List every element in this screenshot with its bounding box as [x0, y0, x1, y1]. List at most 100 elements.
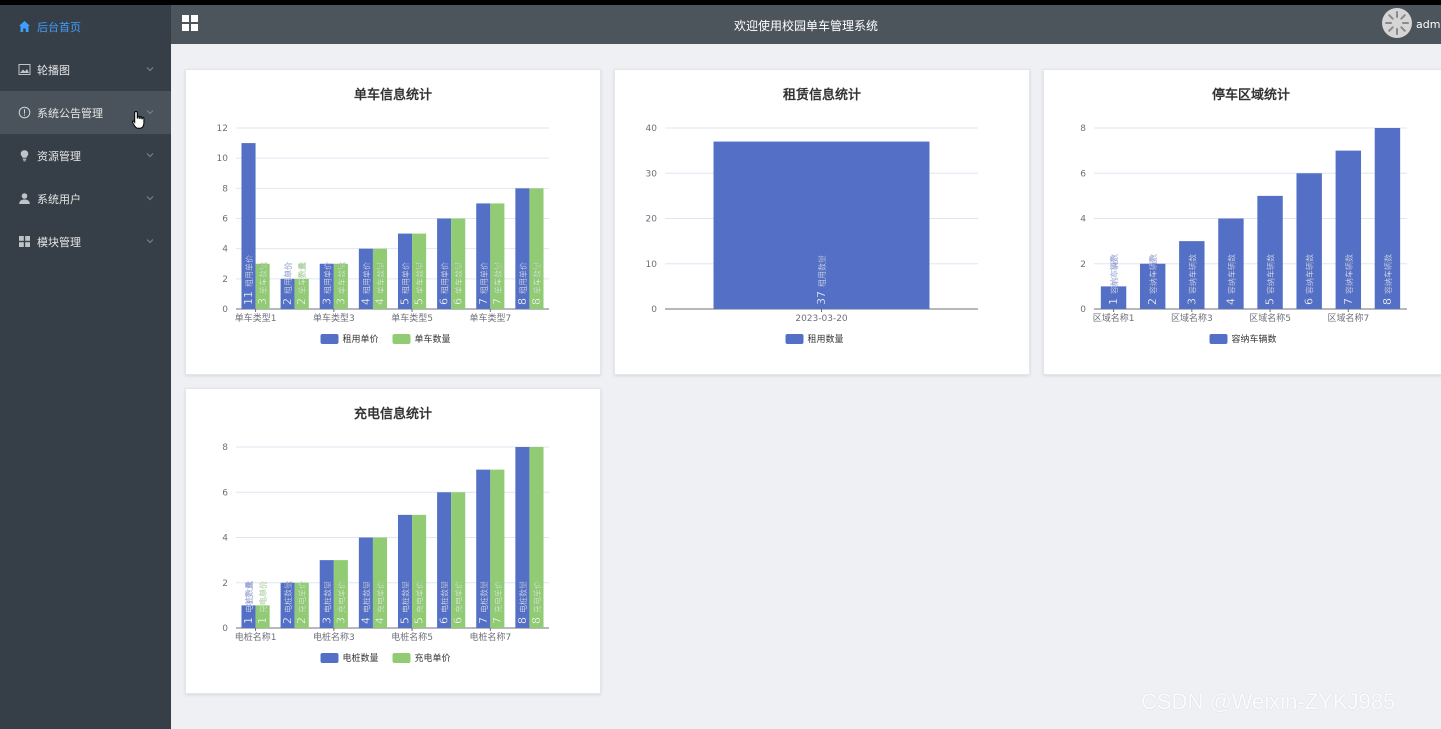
x-tick-label: 电桩名称7: [469, 631, 511, 643]
legend-swatch: [1209, 334, 1228, 344]
bar-series-label: 电桩数量: [361, 581, 371, 613]
x-tick-label: 区域名称7: [1327, 312, 1369, 324]
bar-value-label: 7: [477, 617, 490, 624]
bar-series-label: 充电单价: [415, 581, 425, 613]
bar-series-label: 电桩数量: [283, 581, 293, 613]
legend-swatch: [320, 653, 339, 663]
bar-series-label: 容纳车辆数: [1187, 254, 1197, 294]
y-tick-label: 0: [222, 305, 228, 315]
chevron-down-icon: [146, 239, 154, 244]
bike-stats-chart: 02468101211租用单价3单车数量2租用单价2单车数量3租用单价3单车数量…: [217, 124, 549, 345]
bar-value-label: 8: [516, 298, 529, 305]
bar-value-label: 6: [438, 298, 451, 305]
bar-series-label: 充电单价: [454, 581, 464, 613]
y-tick-label: 0: [651, 305, 657, 315]
bar-value-label: 6: [1303, 298, 1316, 305]
y-tick-label: 0: [222, 624, 228, 634]
avatar-loading-icon: [1385, 11, 1409, 35]
bar-value-label: 8: [530, 298, 543, 305]
bar-value-label: 4: [359, 298, 372, 305]
bar-data-label: 1 电桩数量: [242, 581, 255, 624]
bar-series-label: 租用单价: [244, 255, 254, 287]
x-tick-label: 单车类型1: [235, 312, 277, 324]
sidebar-item-modules[interactable]: 模块管理: [0, 220, 171, 263]
y-tick-label: 30: [646, 169, 658, 179]
home-icon: [17, 20, 31, 34]
user-icon: [17, 192, 31, 206]
x-tick-label: 电桩名称5: [391, 631, 433, 643]
x-tick-label: 区域名称3: [1171, 312, 1213, 324]
sidebar-item-carousel[interactable]: 轮播图: [0, 48, 171, 91]
bar-value-label: 1: [242, 617, 255, 624]
bar-value-label: 2: [1146, 298, 1159, 305]
bar-value-label: 5: [399, 617, 412, 624]
hand-cursor-icon: [131, 110, 145, 129]
watermark: CSDN @Weixin-ZYKJ985: [1141, 689, 1396, 714]
bar-value-label: 3: [320, 617, 333, 624]
bar-value-label: 6: [438, 617, 451, 624]
bar-series-label: 容纳车辆数: [1383, 254, 1393, 294]
bar-value-label: 6: [452, 298, 465, 305]
bar-value-label: 3: [1185, 298, 1198, 305]
bar-value-label: 3: [320, 298, 333, 305]
bar-value-label: 4: [373, 298, 386, 305]
y-tick-label: 6: [1080, 169, 1086, 179]
bar-series-label: 单车数量: [375, 262, 385, 294]
bar-series-label: 租用单价: [518, 262, 528, 294]
avatar[interactable]: [1382, 8, 1412, 38]
chevron-down-icon: [146, 67, 154, 72]
sidebar-item-home[interactable]: 后台首页: [0, 5, 171, 48]
y-tick-label: 10: [646, 260, 658, 270]
y-tick-label: 0: [1080, 305, 1086, 315]
legend-swatch: [392, 334, 411, 344]
y-tick-label: 6: [222, 488, 228, 498]
y-tick-label: 12: [217, 124, 228, 134]
legend-label: 租用数量: [808, 333, 844, 345]
bike-stats-card: 单车信息统计 0 2 4 6 8 10 12 11租用单价 3单车数量 2租用单价 2单车数量 3租用…: [185, 69, 601, 375]
x-tick-label: 单车类型3: [313, 312, 355, 324]
bar-value-label: 7: [491, 617, 504, 624]
bar-value-label: 2: [295, 617, 308, 624]
sidebar-item-resources[interactable]: 资源管理: [0, 134, 171, 177]
bar-value-label: 1: [1107, 298, 1120, 305]
y-tick-label: 8: [222, 443, 228, 453]
charge-stats-card: 充电信息统计 0 2 4 6 8 1电桩数量 1充电单价 2电桩数量 2充电单价 3电桩数量 3充电…: [185, 388, 601, 694]
chevron-down-icon: [146, 153, 154, 158]
legend-label: 单车数量: [415, 333, 451, 345]
bar-value-label: 7: [1342, 298, 1355, 305]
chevron-down-icon: [146, 196, 154, 201]
y-tick-label: 4: [1080, 215, 1086, 225]
bar-series-label: 电桩数量: [244, 581, 254, 613]
x-tick-label: 电桩名称3: [313, 631, 355, 643]
bar-series-label: 容纳车辆数: [1148, 254, 1158, 294]
y-tick-label: 6: [222, 215, 228, 225]
bar-value-label: 5: [1264, 298, 1277, 305]
bar-value-label: 5: [413, 617, 426, 624]
bar-series-label: 单车数量: [258, 262, 268, 294]
y-tick-label: 2: [222, 275, 228, 285]
bar-series-label: 租用单价: [479, 262, 489, 294]
grid-icon: [17, 235, 31, 249]
y-tick-label: 2: [222, 579, 228, 589]
bar-series-label: 电桩数量: [401, 581, 411, 613]
info-circle-icon: [17, 106, 31, 120]
sidebar-item-users[interactable]: 系统用户: [0, 177, 171, 220]
bar-value-label: 3: [334, 298, 347, 305]
bulb-icon: [17, 149, 31, 163]
bar-value-label: 11: [242, 291, 255, 305]
legend-label: 容纳车辆数: [1232, 333, 1277, 345]
legend-swatch: [320, 334, 339, 344]
legend-label: 充电单价: [415, 652, 451, 664]
bar-series-label: 单车数量: [297, 262, 307, 294]
bar-value-label: 3: [334, 617, 347, 624]
bar-series-label: 单车数量: [493, 262, 503, 294]
bar-value-label: 8: [1381, 298, 1394, 305]
legend-swatch: [785, 334, 804, 344]
bar-series-label: 租用单价: [361, 262, 371, 294]
rent-stats-chart: 0 10 20 30 40 37 租用数量 2023-03-20 租用数量: [646, 124, 978, 345]
bar-value-label: 2: [281, 298, 294, 305]
bar-series-label: 充电单价: [336, 581, 346, 613]
bar-data-label: 1 充电单价: [256, 581, 269, 624]
x-tick-label: 区域名称1: [1093, 312, 1135, 324]
y-tick-label: 8: [222, 184, 228, 194]
